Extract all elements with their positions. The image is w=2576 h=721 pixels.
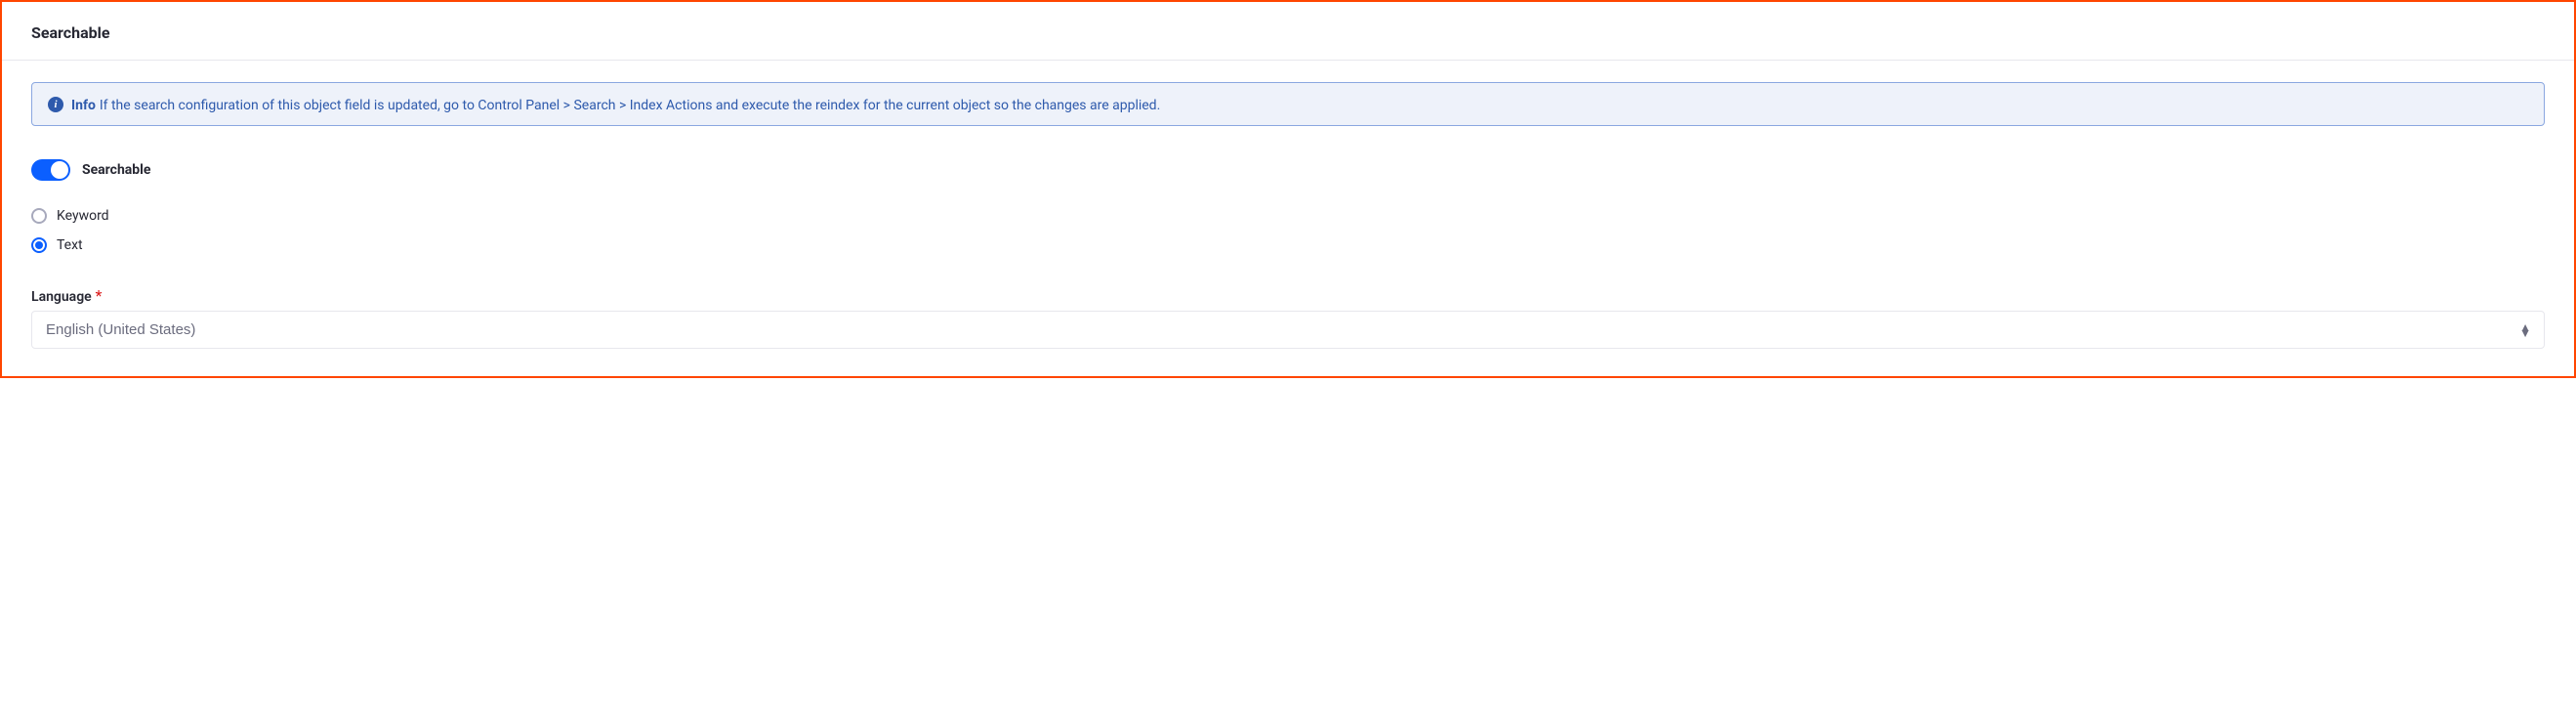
alert-message: If the search configuration of this obje… <box>100 98 1160 113</box>
info-icon: i <box>48 97 63 112</box>
radio-circle-unchecked <box>31 208 47 224</box>
searchable-panel: Searchable i Info If the search configur… <box>0 0 2576 378</box>
language-select[interactable] <box>31 311 2545 349</box>
required-asterisk: * <box>96 286 103 305</box>
radio-dot <box>35 241 43 249</box>
info-alert: i Info If the search configuration of th… <box>31 82 2545 126</box>
language-label-row: Language * <box>31 286 2545 305</box>
panel-header: Searchable <box>2 2 2574 61</box>
searchable-toggle[interactable] <box>31 159 70 181</box>
panel-body: i Info If the search configuration of th… <box>2 61 2574 376</box>
language-label: Language <box>31 289 92 305</box>
panel-title: Searchable <box>31 23 2545 42</box>
radio-circle-checked <box>31 237 47 253</box>
radio-text-label: Text <box>57 237 83 253</box>
alert-label: Info <box>71 98 96 113</box>
radio-keyword-label: Keyword <box>57 208 109 224</box>
toggle-knob <box>51 161 68 179</box>
radio-text[interactable]: Text <box>31 237 2545 253</box>
search-type-radio-group: Keyword Text <box>31 208 2545 253</box>
searchable-toggle-label: Searchable <box>82 162 150 178</box>
radio-keyword[interactable]: Keyword <box>31 208 2545 224</box>
searchable-toggle-row: Searchable <box>31 159 2545 181</box>
language-select-wrapper: ▲ ▼ <box>31 311 2545 349</box>
language-form-group: Language * ▲ ▼ <box>31 286 2545 349</box>
